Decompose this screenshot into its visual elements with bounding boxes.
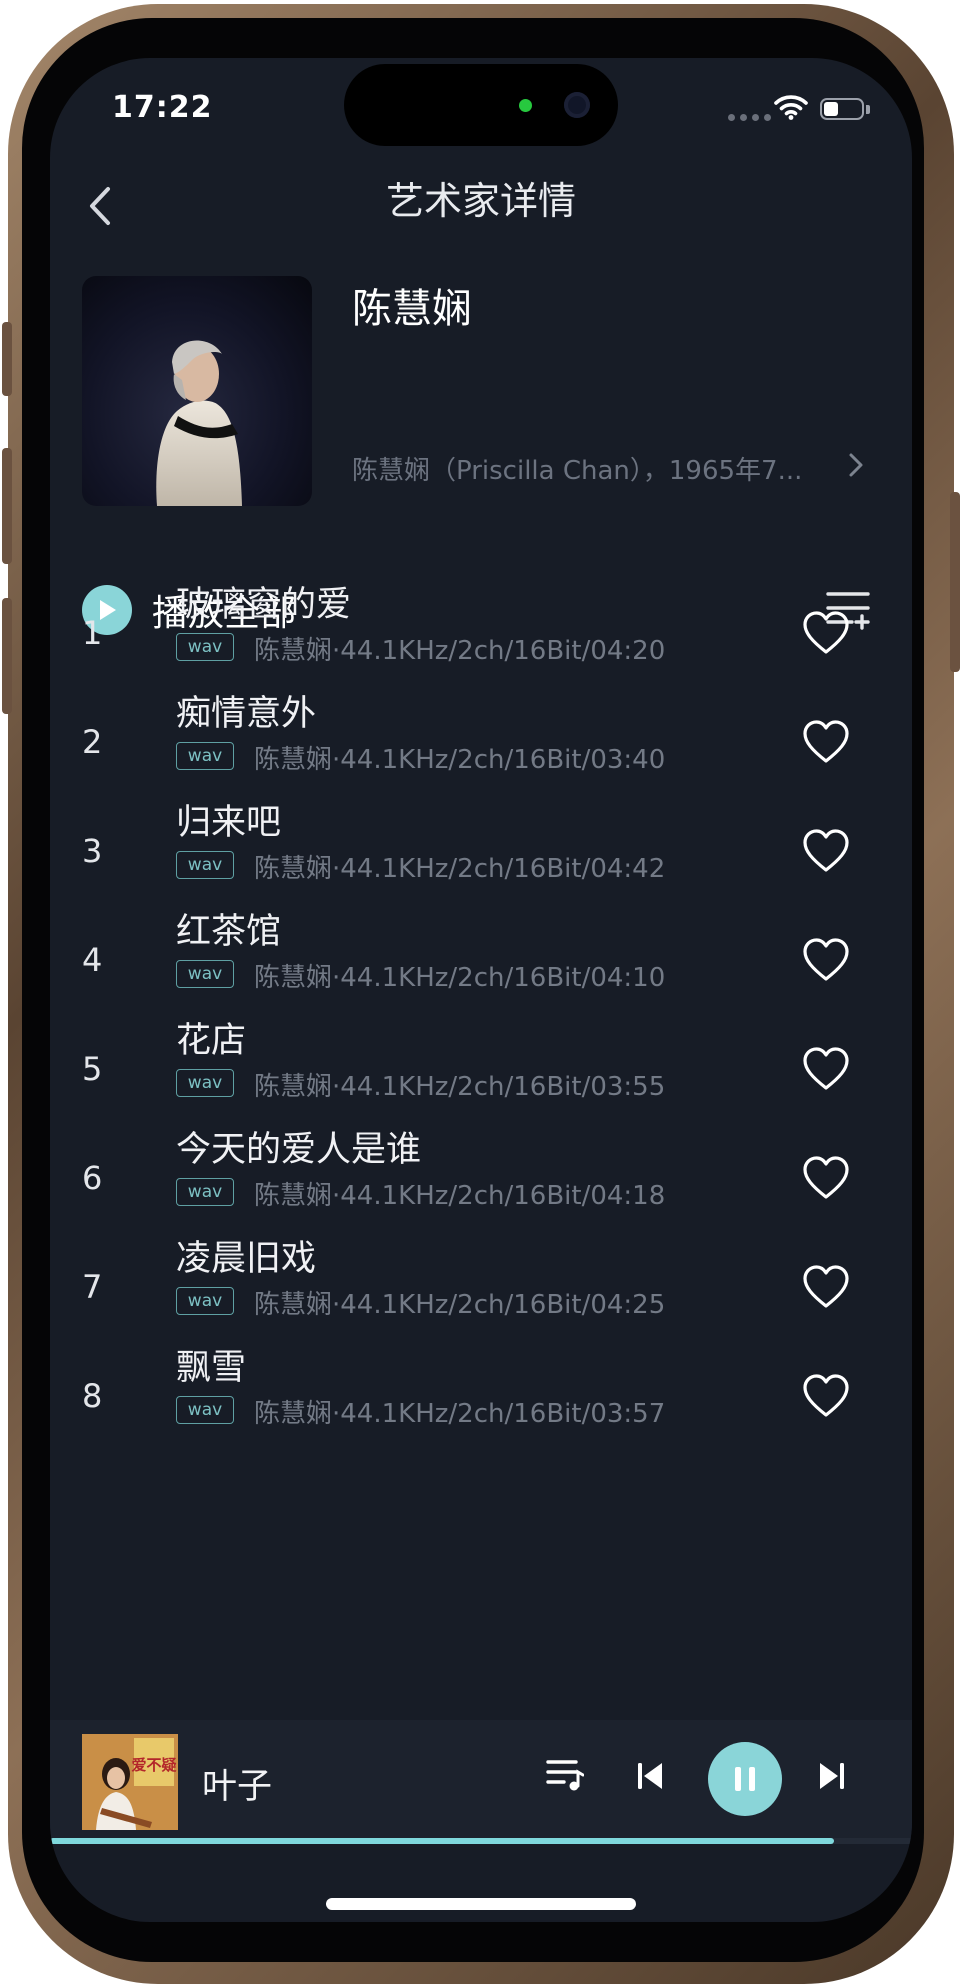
format-badge: wav bbox=[176, 633, 234, 661]
chevron-right-icon[interactable] bbox=[848, 452, 864, 478]
song-meta: 陈慧娴·44.1KHz/2ch/16Bit/03:55 bbox=[254, 1072, 666, 1102]
format-badge: wav bbox=[176, 1069, 234, 1097]
queue-icon bbox=[546, 1760, 585, 1791]
song-meta: 陈慧娴·44.1KHz/2ch/16Bit/04:20 bbox=[254, 636, 666, 666]
now-playing-cover: 爱不疑 bbox=[82, 1734, 178, 1830]
song-title: 红茶馆 bbox=[176, 912, 282, 952]
playback-progress-fill bbox=[50, 1838, 835, 1844]
heart-icon[interactable] bbox=[802, 1264, 850, 1310]
previous-icon bbox=[638, 1763, 662, 1789]
artist-photo bbox=[82, 276, 312, 506]
previous-button[interactable] bbox=[636, 1760, 664, 1796]
volume-up-button bbox=[2, 448, 12, 564]
song-title: 痴情意外 bbox=[176, 694, 317, 734]
song-meta: 陈慧娴·44.1KHz/2ch/16Bit/04:10 bbox=[254, 963, 666, 993]
heart-icon[interactable] bbox=[802, 937, 850, 983]
heart-icon[interactable] bbox=[802, 828, 850, 874]
song-title: 归来吧 bbox=[176, 803, 282, 843]
mini-player[interactable]: 爱不疑 叶子 bbox=[50, 1720, 912, 1840]
song-title: 飘雪 bbox=[176, 1348, 247, 1388]
camera-indicator-icon bbox=[519, 99, 532, 112]
pause-button[interactable] bbox=[708, 1742, 782, 1816]
format-badge: wav bbox=[176, 1287, 234, 1315]
format-badge: wav bbox=[176, 851, 234, 879]
song-meta: 陈慧娴·44.1KHz/2ch/16Bit/04:18 bbox=[254, 1181, 666, 1211]
volume-down-button bbox=[2, 598, 12, 714]
camera-lens-icon bbox=[564, 92, 590, 118]
format-badge: wav bbox=[176, 742, 234, 770]
song-title: 玻璃窗的爱 bbox=[176, 585, 352, 625]
format-badge: wav bbox=[176, 960, 234, 988]
battery-cap bbox=[866, 105, 870, 114]
heart-icon[interactable] bbox=[802, 719, 850, 765]
song-index: 6 bbox=[82, 1159, 103, 1197]
home-indicator[interactable] bbox=[326, 1898, 636, 1910]
song-index: 8 bbox=[82, 1377, 103, 1415]
song-meta: 陈慧娴·44.1KHz/2ch/16Bit/03:40 bbox=[254, 745, 666, 775]
signal-icon bbox=[728, 114, 771, 121]
song-title: 凌晨旧戏 bbox=[176, 1239, 317, 1279]
cover-title: 爱不疑 bbox=[131, 1756, 176, 1774]
status-time: 17:22 bbox=[112, 90, 213, 125]
song-title: 花店 bbox=[176, 1021, 247, 1061]
dynamic-island bbox=[344, 64, 618, 146]
now-playing-title: 叶子 bbox=[202, 1767, 273, 1807]
song-index: 3 bbox=[82, 832, 103, 870]
artist-name: 陈慧娴 bbox=[352, 286, 472, 332]
battery-icon bbox=[820, 98, 864, 120]
pause-icon bbox=[735, 1767, 755, 1791]
heart-icon[interactable] bbox=[802, 610, 850, 656]
playback-progress-bar[interactable] bbox=[50, 1838, 912, 1844]
app-screen: 17:22 艺术家详情 陈慧娴 陈慧娴（Priscilla Chan），1965… bbox=[50, 58, 912, 1922]
queue-button[interactable] bbox=[546, 1758, 585, 1796]
next-button[interactable] bbox=[818, 1760, 846, 1796]
mute-switch bbox=[2, 322, 12, 396]
song-index: 7 bbox=[82, 1268, 103, 1306]
heart-icon[interactable] bbox=[802, 1155, 850, 1201]
heart-icon[interactable] bbox=[802, 1373, 850, 1419]
song-meta: 陈慧娴·44.1KHz/2ch/16Bit/04:25 bbox=[254, 1290, 666, 1320]
song-title: 今天的爱人是谁 bbox=[176, 1130, 422, 1170]
format-badge: wav bbox=[176, 1178, 234, 1206]
song-meta: 陈慧娴·44.1KHz/2ch/16Bit/04:42 bbox=[254, 854, 666, 884]
song-index: 2 bbox=[82, 723, 103, 761]
song-index: 4 bbox=[82, 941, 103, 979]
format-badge: wav bbox=[176, 1396, 234, 1424]
song-index: 1 bbox=[82, 614, 103, 652]
song-row[interactable]: 8 飘雪 wav 陈慧娴·44.1KHz/2ch/16Bit/03:57 bbox=[50, 1325, 912, 1463]
power-button bbox=[950, 492, 960, 672]
song-index: 5 bbox=[82, 1050, 103, 1088]
song-meta: 陈慧娴·44.1KHz/2ch/16Bit/03:57 bbox=[254, 1399, 666, 1429]
next-icon bbox=[820, 1763, 844, 1789]
page-title: 艺术家详情 bbox=[385, 179, 576, 223]
artist-description[interactable]: 陈慧娴（Priscilla Chan），1965年7... bbox=[352, 450, 842, 487]
heart-icon[interactable] bbox=[802, 1046, 850, 1092]
wifi-icon bbox=[774, 95, 808, 120]
